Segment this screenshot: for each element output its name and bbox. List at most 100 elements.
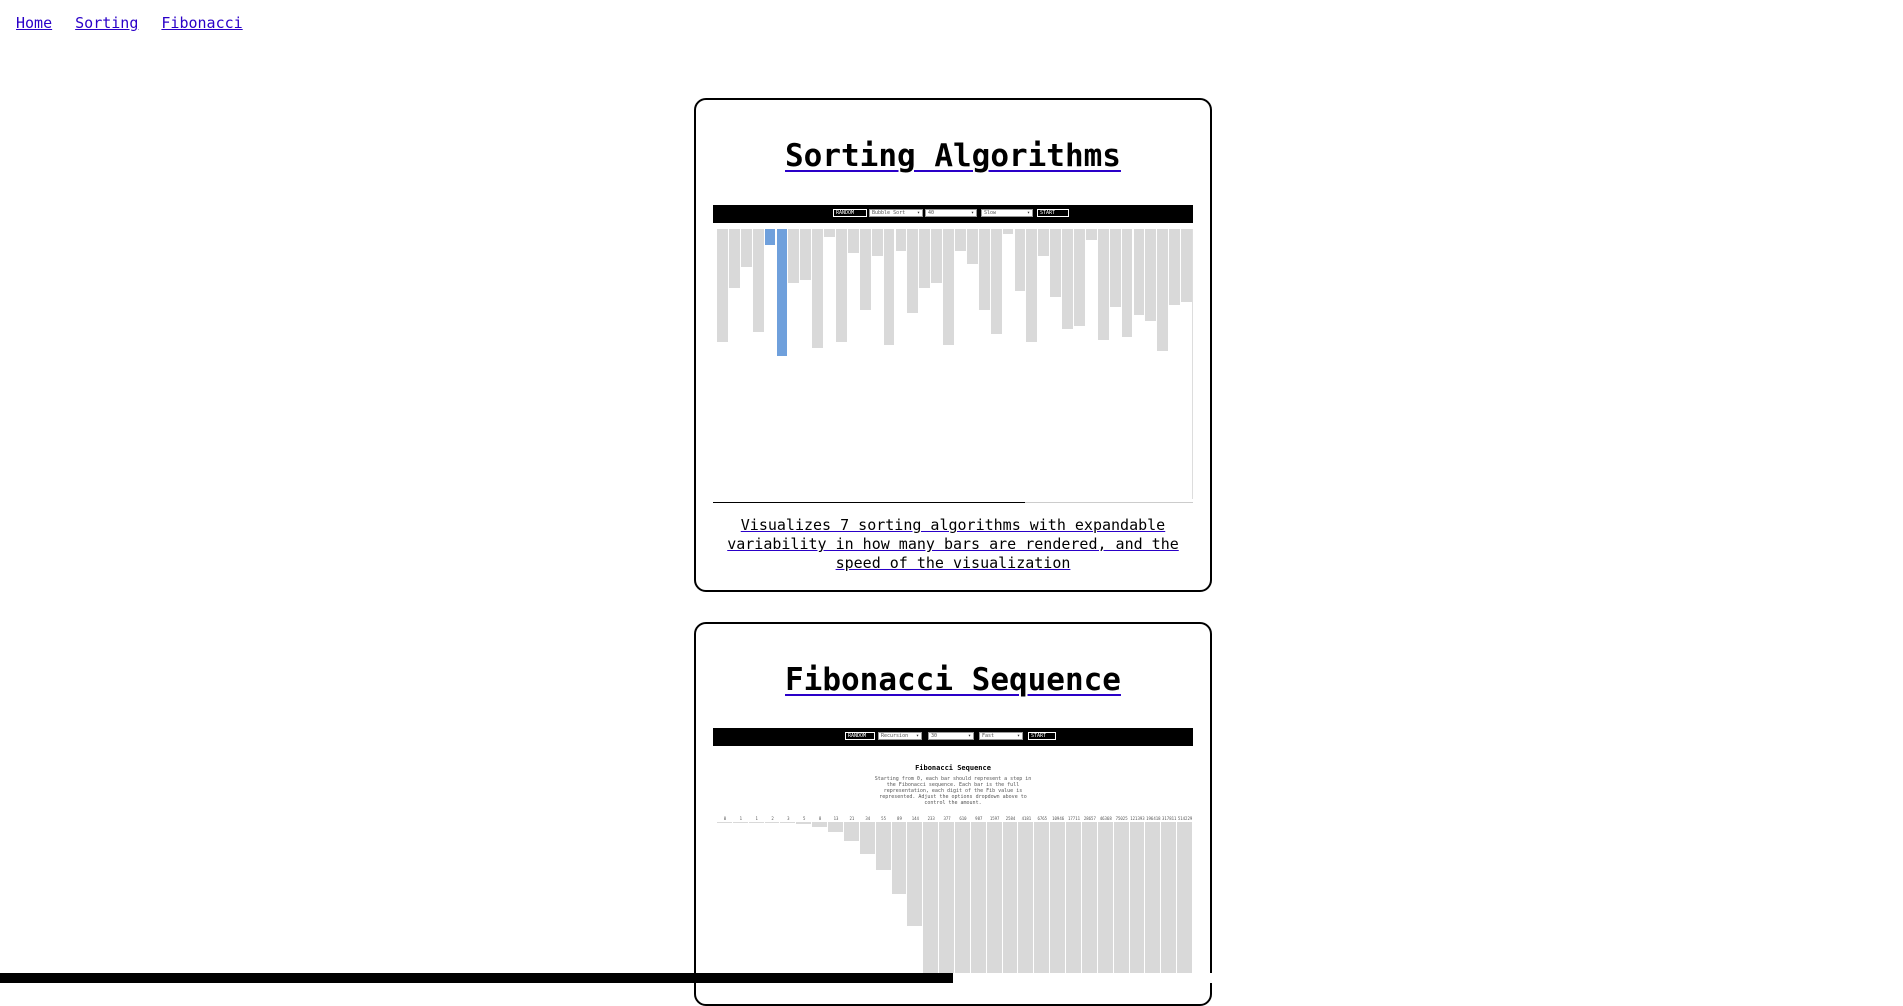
- fib-label: 4181: [1021, 816, 1032, 821]
- fibonacci-toolbar: RANDOM Recursion 30 Fast START: [713, 728, 1193, 746]
- sort-bar: [1145, 229, 1157, 321]
- fib-bar: [748, 822, 764, 823]
- sort-bar: [740, 229, 752, 267]
- sort-bar: [1181, 229, 1192, 302]
- sort-bar: [978, 229, 990, 310]
- fib-label: 8: [818, 816, 822, 821]
- start-button: START: [1037, 209, 1069, 217]
- sort-bar: [1097, 229, 1109, 340]
- fib-bar: [1002, 822, 1018, 982]
- fib-label: 28657: [1083, 816, 1096, 821]
- sort-bar: [1133, 229, 1145, 316]
- fib-bar: [1113, 822, 1129, 982]
- random-button: RANDOM: [833, 209, 867, 217]
- fib-bar: [939, 822, 954, 982]
- fib-label: 17711: [1067, 816, 1081, 821]
- fib-bar: [717, 822, 732, 823]
- algorithm-select: Bubble Sort: [869, 209, 923, 217]
- fib-label: 1: [739, 816, 742, 821]
- fib-bar: [780, 822, 796, 823]
- sort-bar: [717, 229, 728, 343]
- sort-bar: [1026, 229, 1038, 343]
- sort-bar: [728, 229, 740, 289]
- progress-bar: [713, 502, 1025, 503]
- fibonacci-card[interactable]: Fibonacci Sequence RANDOM Recursion 30 F…: [694, 622, 1212, 1006]
- fib-bar: [796, 822, 812, 824]
- fib-label: 1: [755, 816, 758, 821]
- sort-bar: [883, 229, 895, 346]
- fib-bar: [955, 822, 970, 982]
- sort-bar: [764, 229, 776, 246]
- fib-label: 10946: [1052, 816, 1065, 821]
- sort-bar: [1074, 229, 1085, 327]
- fib-label: 144: [911, 816, 919, 821]
- sort-bar: [1050, 229, 1062, 297]
- fib-label: 1597: [989, 816, 1000, 821]
- fib-label: 75025: [1115, 816, 1128, 821]
- sorting-preview-image[interactable]: RANDOM Bubble Sort 40 Slow START: [713, 205, 1193, 503]
- sort-bar: [788, 229, 800, 283]
- sort-bar: [800, 229, 812, 281]
- sort-bar: [931, 229, 943, 283]
- sort-bar: [907, 229, 919, 313]
- sort-bar: [1062, 229, 1073, 329]
- nav-home-link[interactable]: Home: [16, 14, 52, 32]
- fib-bar: [875, 822, 891, 870]
- sort-bar: [847, 229, 859, 254]
- speed-select: Slow: [981, 209, 1033, 217]
- fibonacci-preview-image[interactable]: RANDOM Recursion 30 Fast START Fibonacci…: [713, 728, 1193, 988]
- fib-label: 377: [943, 816, 951, 821]
- sort-bar: [824, 229, 835, 238]
- sort-bar: [966, 229, 978, 265]
- fib-bar: [1018, 822, 1034, 982]
- nav-fibonacci-link[interactable]: Fibonacci: [161, 14, 242, 32]
- start-button: START: [1028, 732, 1056, 740]
- fibonacci-card-title[interactable]: Fibonacci Sequence: [696, 662, 1210, 698]
- fib-label: 21: [849, 816, 855, 821]
- sort-bar: [752, 229, 764, 332]
- fib-label: 55: [881, 816, 886, 821]
- sorting-toolbar: RANDOM Bubble Sort 40 Slow START: [713, 205, 1193, 223]
- fibonacci-bars: 0 1 1 2 3 5 8 13 21 34 55 89 144 233 377 610 987 1597 2584…: [713, 816, 1193, 986]
- sort-bar: [1014, 229, 1026, 292]
- sort-bar: [1085, 229, 1097, 240]
- fib-bar: [828, 822, 843, 832]
- fib-bar: [970, 822, 986, 982]
- fib-bar: [1097, 822, 1113, 982]
- scrollbar-thumb[interactable]: [0, 973, 953, 983]
- fib-bar: [1177, 822, 1192, 982]
- fib-label: 46368: [1099, 816, 1112, 821]
- fibonacci-preview-text: Starting from 0, each bar should represe…: [874, 776, 1032, 806]
- fib-bar: [1081, 822, 1097, 982]
- speed-select: Fast: [979, 732, 1023, 740]
- fib-label: 987: [975, 816, 983, 821]
- sort-bar: [990, 229, 1002, 335]
- sort-bar: [776, 229, 788, 356]
- fib-bar: [1050, 822, 1066, 982]
- fib-bar: [923, 822, 939, 982]
- random-button: RANDOM: [845, 732, 875, 740]
- sort-bar: [1002, 229, 1014, 235]
- sort-bar: [859, 229, 871, 310]
- fib-label: 89: [897, 816, 902, 821]
- sort-bar: [943, 229, 954, 346]
- fib-bar: [1066, 822, 1081, 982]
- fib-label: 6765: [1037, 816, 1048, 821]
- fibonacci-preview-title: Fibonacci Sequence: [915, 764, 991, 772]
- fib-bar: [1129, 822, 1145, 982]
- fib-label: 13: [833, 816, 839, 821]
- sort-bar: [871, 229, 883, 256]
- fib-label: 2: [771, 816, 774, 821]
- sorting-card[interactable]: Sorting Algorithms RANDOM Bubble Sort 40…: [694, 98, 1212, 592]
- fib-bar: [891, 822, 907, 894]
- sort-bar: [955, 229, 966, 251]
- fib-bar: [764, 822, 780, 823]
- sorting-card-title[interactable]: Sorting Algorithms: [696, 138, 1210, 174]
- fib-bar: [843, 822, 859, 842]
- nav-sorting-link[interactable]: Sorting: [75, 14, 138, 32]
- sorting-card-description[interactable]: Visualizes 7 sorting algorithms with exp…: [708, 516, 1198, 573]
- sort-bar: [895, 229, 907, 251]
- fib-label: 0: [723, 816, 727, 821]
- fib-bar: [907, 822, 923, 926]
- horizontal-scrollbar[interactable]: [0, 973, 1903, 983]
